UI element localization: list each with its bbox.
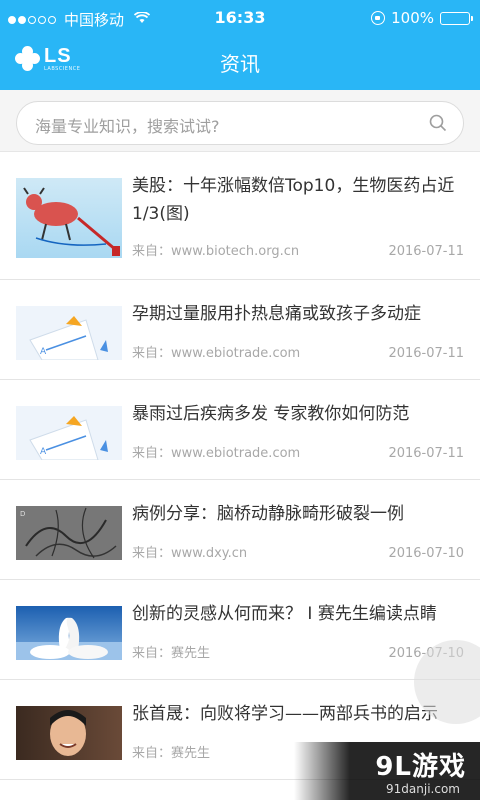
app-header: 中国移动 16:33 100% LS LABSCIENCE 资讯: [0, 0, 480, 90]
status-bar: 中国移动 16:33 100%: [0, 0, 480, 36]
search-icon[interactable]: [429, 114, 447, 132]
swans-thumbnail: [16, 606, 122, 660]
article-source: 来自：www.biotech.org.cn: [132, 244, 300, 259]
page-title: 资讯: [220, 52, 260, 76]
watermark-logo: 9L游戏 91danji.com: [294, 742, 480, 800]
document-placeholder-thumbnail: A: [16, 406, 122, 460]
search-input[interactable]: 海量专业知识，搜索试试?: [16, 101, 464, 145]
list-item[interactable]: 创新的灵感从何而来？ I 赛先生编读点睛 来自：赛先生 2016-07-10: [0, 580, 480, 680]
search-area: 海量专业知识，搜索试试?: [0, 90, 480, 152]
svg-text:A: A: [40, 347, 47, 357]
article-source: 来自：www.dxy.cn: [132, 546, 248, 561]
watermark-url: 91danji.com: [386, 782, 460, 796]
list-item[interactable]: D 病例分享：脑桥动静脉畸形破裂一例 来自：www.dxy.cn 2016-07…: [0, 480, 480, 580]
angiogram-thumbnail: D: [16, 506, 122, 560]
svg-text:D: D: [20, 510, 25, 518]
article-source: 来自：赛先生: [132, 746, 211, 761]
article-title: 创新的灵感从何而来？ I 赛先生编读点睛: [132, 604, 437, 624]
nav-bar: LS LABSCIENCE 资讯: [0, 36, 480, 90]
article-title: 孕期过量服用扑热息痛或致孩子多动症: [132, 304, 421, 324]
watermark-main: 9L游戏: [375, 752, 466, 782]
article-date: 2016-07-10: [388, 546, 464, 561]
status-right: 100%: [371, 9, 473, 27]
battery-icon: [440, 11, 473, 25]
search-placeholder: 海量专业知识，搜索试试?: [35, 117, 220, 136]
list-item[interactable]: A 孕期过量服用扑热息痛或致孩子多动症 来自：www.ebiotrade.com…: [0, 280, 480, 380]
article-source: 来自：赛先生: [132, 646, 211, 661]
svg-text:A: A: [40, 447, 47, 457]
article-date: 2016-07-11: [388, 346, 464, 361]
article-source: 来自：www.ebiotrade.com: [132, 446, 301, 461]
list-item[interactable]: A 暴雨过后疾病多发 专家教你如何防范 来自：www.ebiotrade.com…: [0, 380, 480, 480]
battery-percent: 100%: [391, 9, 434, 27]
article-title: 病例分享：脑桥动静脉畸形破裂一例: [132, 504, 404, 524]
portrait-thumbnail: [16, 706, 122, 760]
article-title: 暴雨过后疾病多发 专家教你如何防范: [132, 404, 410, 424]
article-title: 张首晟：向败将学习——两部兵书的启示: [132, 704, 438, 724]
article-date: 2016-07-11: [388, 446, 464, 461]
rotation-lock-icon: [371, 11, 386, 25]
bull-cartoon-thumbnail: [16, 178, 122, 258]
article-date: 2016-07-11: [388, 244, 464, 259]
article-source: 来自：www.ebiotrade.com: [132, 346, 301, 361]
document-placeholder-thumbnail: A: [16, 306, 122, 360]
article-title: 美股：十年涨幅数倍Top10，生物医药占近1/3(图): [132, 176, 455, 224]
article-list: 美股：十年涨幅数倍Top10，生物医药占近1/3(图) 来自：www.biote…: [0, 152, 480, 780]
list-item[interactable]: 美股：十年涨幅数倍Top10，生物医药占近1/3(图) 来自：www.biote…: [0, 152, 480, 280]
